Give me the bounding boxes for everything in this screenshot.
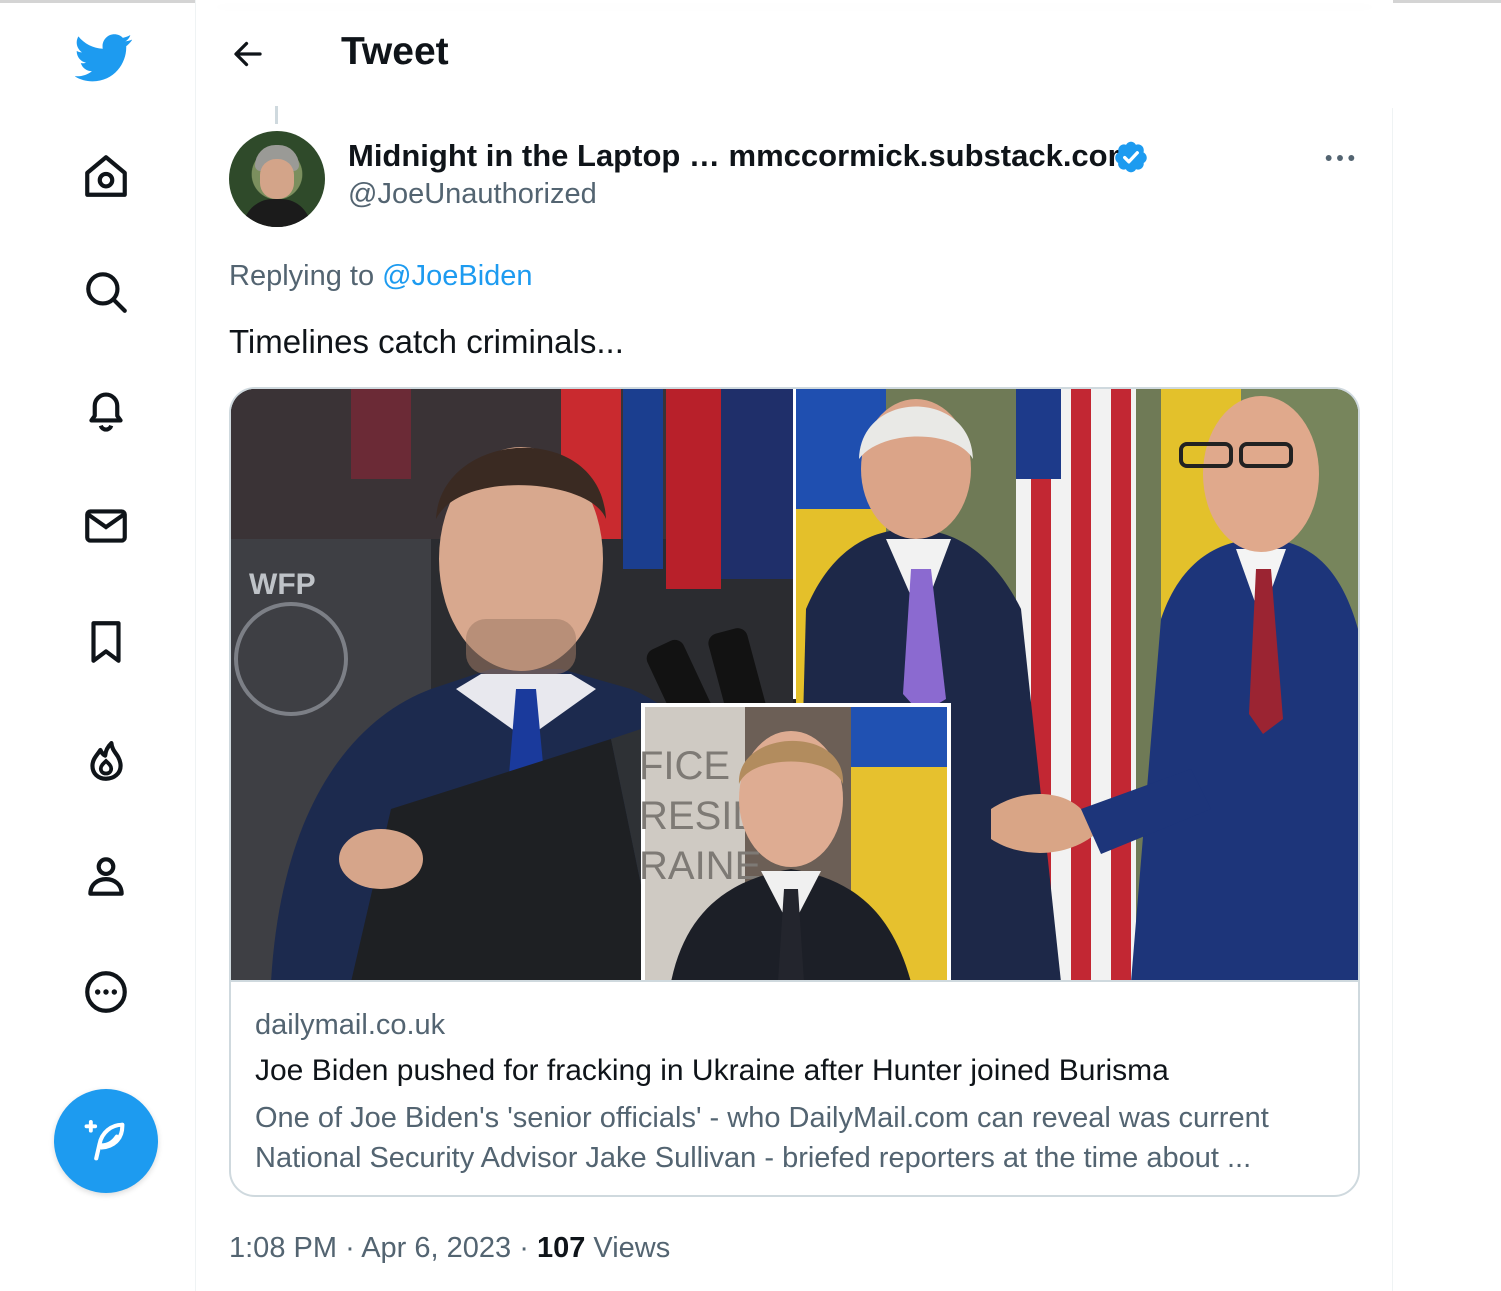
main-column: Tweet Midnight in the Laptop … mmccormic… — [196, 0, 1393, 1291]
link-card-headline[interactable]: Joe Biden pushed for fracking in Ukraine… — [255, 1054, 1340, 1088]
ellipsis-icon — [1325, 155, 1355, 161]
inset-sign-line3: RAINE — [639, 844, 761, 888]
author-handle[interactable]: @JoeUnauthorized — [348, 178, 597, 211]
author-display-name[interactable]: Midnight in the Laptop … mmccormick.subs… — [348, 138, 1135, 174]
feather-plus-icon — [84, 1119, 125, 1161]
header-shadow — [196, 0, 1393, 2]
separator-dot: · — [519, 1232, 529, 1264]
compose-tweet-button[interactable] — [54, 1089, 158, 1193]
link-card-description: One of Joe Biden's 'senior officials' - … — [255, 1102, 1269, 1174]
sidebar-nav — [0, 0, 196, 1291]
tweet-timestamp-line: 1:08 PM · Apr 6, 2023 · 107 Views — [229, 1232, 670, 1265]
tweet-time[interactable]: 1:08 PM — [229, 1232, 337, 1264]
views-label: Views — [593, 1232, 671, 1264]
person-icon[interactable] — [76, 846, 136, 906]
separator-dot: · — [345, 1232, 355, 1264]
replying-to-line: Replying to @JoeBiden — [229, 260, 533, 293]
replying-to-prefix: Replying to — [229, 260, 375, 292]
verified-badge-icon[interactable] — [1113, 139, 1149, 175]
news-photo-collage: WFP FICE RESID RAINE — [231, 389, 1358, 980]
views-count[interactable]: 107 — [537, 1232, 585, 1264]
twitter-logo-icon[interactable] — [74, 26, 134, 86]
link-card-image: WFP FICE RESID RAINE — [231, 389, 1358, 982]
search-icon[interactable] — [76, 262, 136, 322]
thread-connector-line — [275, 106, 278, 124]
back-button[interactable] — [220, 28, 276, 80]
link-card-domain: dailymail.co.uk — [255, 1009, 446, 1041]
more-options-button[interactable] — [1316, 138, 1364, 178]
bookmark-icon[interactable] — [76, 612, 136, 672]
tweet-text: Timelines catch criminals... — [229, 323, 624, 360]
wfp-sign-text: WFP — [249, 568, 316, 601]
page-title: Tweet — [341, 30, 449, 73]
link-card[interactable]: WFP FICE RESID RAINE dailymail.co.uk Joe… — [229, 387, 1360, 1197]
flame-icon[interactable] — [76, 730, 136, 790]
mail-icon[interactable] — [76, 496, 136, 556]
link-card-meta: dailymail.co.uk Joe Biden pushed for fra… — [255, 1009, 1340, 1178]
bell-icon[interactable] — [76, 380, 136, 440]
page-header: Tweet — [196, 0, 1393, 108]
tweet-date[interactable]: Apr 6, 2023 — [361, 1232, 511, 1264]
more-circle-icon[interactable] — [76, 962, 136, 1022]
arrow-left-icon — [234, 41, 262, 67]
home-icon[interactable] — [76, 146, 136, 206]
avatar[interactable] — [229, 131, 325, 227]
inset-sign-line1: FICE — [639, 744, 730, 788]
replying-to-link[interactable]: @JoeBiden — [382, 260, 532, 292]
